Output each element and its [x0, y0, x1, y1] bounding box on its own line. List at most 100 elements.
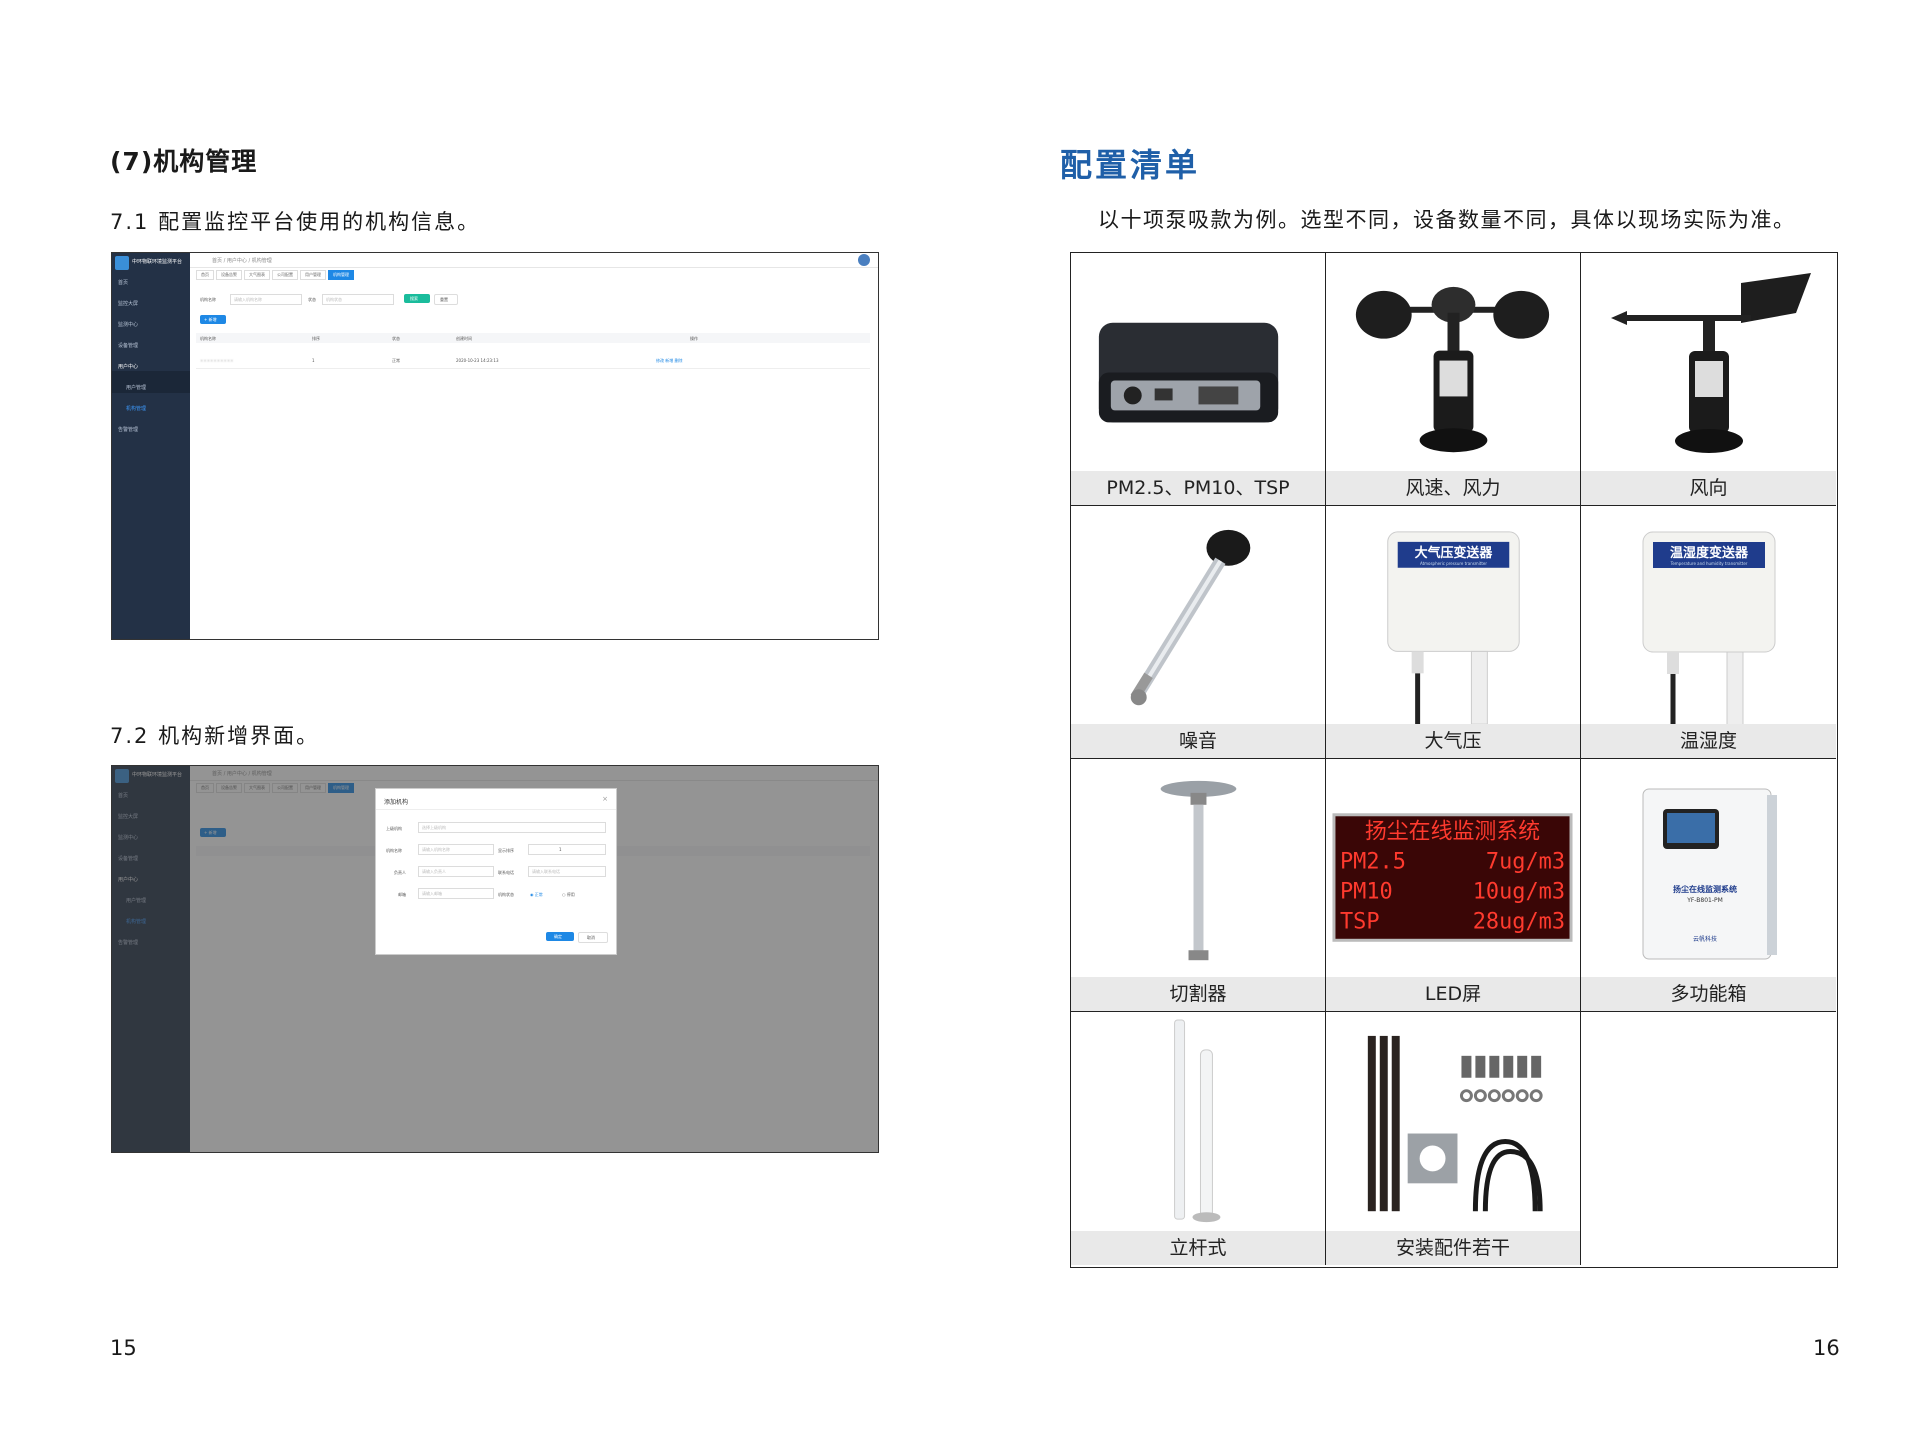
- org-name-input[interactable]: 请输入机构名称: [418, 844, 494, 855]
- tab-org[interactable]: 机构管理: [328, 270, 354, 280]
- pressure-label: 大气压变送器: [1415, 545, 1494, 561]
- tab-bar: 首页设备告警大气图表公司配置用户管理机构管理: [196, 270, 356, 280]
- menu-user-mgmt[interactable]: 用户管理: [126, 384, 190, 391]
- mounting-kit-icon: [1367, 1035, 1543, 1212]
- menu-monitor[interactable]: 监测中心: [118, 321, 182, 328]
- wind-vane-icon: [1611, 273, 1811, 453]
- led-pm10-value: 10ug/m3: [1473, 879, 1565, 904]
- product-label: 多功能箱: [1581, 977, 1836, 1011]
- item-7-1: 7.1 配置监控平台使用的机构信息。: [110, 210, 481, 234]
- parent-org-label: 上级机构: [386, 826, 402, 831]
- cutter-icon: [1160, 780, 1237, 961]
- parent-org-select[interactable]: 选择上级机构: [418, 822, 606, 833]
- cabinet-icon: 扬尘在线监测系统 YF-B801-PM 云帆科技: [1642, 788, 1777, 960]
- topbar: 首页 / 用户中心 / 机构管理: [190, 253, 878, 268]
- page-number-right: 16: [1813, 1336, 1840, 1360]
- product-label: 风向: [1581, 471, 1836, 505]
- product-cell: 风向: [1581, 253, 1836, 506]
- right-heading: 配置清单: [1060, 146, 1201, 184]
- status-radio-disabled[interactable]: ○ 停用: [562, 892, 575, 898]
- menu-device[interactable]: 设备管理: [118, 342, 182, 349]
- product-cell: 切割器: [1071, 759, 1326, 1012]
- pressure-sub: Atmospheric pressure transmitter: [1420, 561, 1487, 566]
- product-cell: 安装配件若干: [1326, 1012, 1581, 1265]
- product-label: PM2.5、PM10、TSP: [1071, 471, 1325, 505]
- menu-home[interactable]: 首页: [118, 279, 182, 286]
- tab-device-alarm[interactable]: 设备告警: [216, 270, 242, 280]
- noise-sensor-icon: [1130, 529, 1251, 706]
- led-tsp-label: TSP: [1340, 909, 1380, 934]
- phone-input[interactable]: 请输入联系电话: [528, 866, 606, 877]
- org-list-screenshot: 中环物联环境监测平台 首页 监控大屏 监测中心 设备管理 用户中心 用户管理 机…: [111, 252, 879, 640]
- email-label: 邮箱: [398, 892, 406, 897]
- leader-input[interactable]: 请输入负责人: [418, 866, 494, 877]
- product-cell: 扬尘在线监测系统 PM2.5 7ug/m3 PM10 10ug/m3 TSP 2…: [1326, 759, 1581, 1012]
- product-cell: 立杆式: [1071, 1012, 1326, 1265]
- org-status-select[interactable]: 机构状态: [322, 294, 394, 305]
- tab-company[interactable]: 公司配置: [272, 270, 298, 280]
- product-label: 切割器: [1071, 977, 1325, 1011]
- filter-status-label: 状态: [308, 297, 316, 302]
- page-number-left: 15: [110, 1336, 137, 1360]
- led-title: 扬尘在线监测系统: [1365, 820, 1540, 845]
- close-icon[interactable]: ×: [602, 795, 608, 803]
- product-grid: PM2.5、PM10、TSP 风速、风力 风向 噪音 大气压变送器 Atmosp…: [1070, 252, 1838, 1268]
- product-cell: 温湿度变送器 Temperature and humidity transmit…: [1581, 506, 1836, 759]
- product-cell: 大气压变送器 Atmospheric pressure transmitter …: [1326, 506, 1581, 759]
- org-name-input[interactable]: 请输入机构名称: [230, 294, 302, 305]
- cancel-button[interactable]: 取消: [578, 932, 608, 943]
- menu-alarm[interactable]: 告警管理: [118, 426, 182, 433]
- product-label: 大气压: [1326, 724, 1580, 758]
- add-org-screenshot: 中环物联环境监测平台 首页 监控大屏 监测中心 设备管理 用户中心 用户管理 机…: [111, 765, 879, 1153]
- empty-cell: [1581, 1012, 1836, 1265]
- sort-label: 显示排序: [498, 848, 514, 853]
- leader-label: 负责人: [394, 870, 406, 875]
- confirm-button[interactable]: 确定: [546, 932, 574, 941]
- led-pm10-label: PM10: [1340, 879, 1393, 904]
- led-pm25-value: 7ug/m3: [1486, 850, 1565, 875]
- reset-button[interactable]: 重置: [434, 294, 458, 305]
- tab-user[interactable]: 用户管理: [300, 270, 326, 280]
- table-header: 机构名称 排序 状态 创建时间 操作: [196, 333, 870, 343]
- th-label: 温湿度变送器: [1670, 545, 1749, 561]
- led-pm25-label: PM2.5: [1340, 850, 1406, 875]
- logo-icon: [115, 256, 129, 270]
- temp-humidity-transmitter-icon: 温湿度变送器 Temperature and humidity transmit…: [1642, 531, 1776, 725]
- status-radio-normal[interactable]: ◉ 正常: [530, 892, 543, 898]
- brand-title: 中环物联环境监测平台: [132, 259, 183, 265]
- product-label: 安装配件若干: [1326, 1231, 1580, 1265]
- breadcrumb: 首页 / 用户中心 / 机构管理: [212, 258, 272, 264]
- led-tsp-value: 28ug/m3: [1473, 909, 1565, 934]
- cabinet-label: 扬尘在线监测系统: [1673, 884, 1737, 894]
- avatar[interactable]: [858, 254, 870, 266]
- add-org-modal: 添加机构 × 上级机构 选择上级机构 机构名称 请输入机构名称 显示排序 1 负…: [375, 788, 617, 955]
- left-heading: (7)机构管理: [110, 147, 258, 176]
- tab-home[interactable]: 首页: [196, 270, 214, 280]
- cabinet-brand: 云帆科技: [1693, 935, 1717, 943]
- modal-title: 添加机构: [384, 799, 409, 806]
- th-sub: Temperature and humidity transmitter: [1670, 561, 1748, 566]
- product-cell: 风速、风力: [1326, 253, 1581, 506]
- product-cell: PM2.5、PM10、TSP: [1071, 253, 1326, 506]
- phone-label: 联系电话: [498, 870, 514, 875]
- product-label: 风速、风力: [1326, 471, 1580, 505]
- sensor-box-icon: [1098, 322, 1279, 423]
- add-button[interactable]: + 新增: [200, 315, 226, 324]
- product-cell: 扬尘在线监测系统 YF-B801-PM 云帆科技 多功能箱: [1581, 759, 1836, 1012]
- product-label: 立杆式: [1071, 1231, 1325, 1265]
- menu-org-mgmt[interactable]: 机构管理: [126, 405, 190, 412]
- menu-user-center[interactable]: 用户中心: [118, 363, 182, 370]
- menu-screen[interactable]: 监控大屏: [118, 300, 182, 307]
- pole-icon: [1174, 1019, 1221, 1223]
- cabinet-model: YF-B801-PM: [1686, 897, 1723, 904]
- tab-air-chart[interactable]: 大气图表: [244, 270, 270, 280]
- product-label: LED屏: [1326, 977, 1580, 1011]
- sidebar: 中环物联环境监测平台 首页 监控大屏 监测中心 设备管理 用户中心 用户管理 机…: [112, 253, 190, 639]
- search-button[interactable]: 搜索: [404, 294, 430, 303]
- product-cell: 噪音: [1071, 506, 1326, 759]
- anemometer-icon: [1355, 286, 1550, 453]
- sort-stepper[interactable]: 1: [528, 844, 606, 855]
- email-field[interactable]: 请输入邮箱: [418, 888, 494, 899]
- item-7-2: 7.2 机构新增界面。: [110, 724, 320, 748]
- pressure-transmitter-icon: 大气压变送器 Atmospheric pressure transmitter: [1387, 531, 1520, 725]
